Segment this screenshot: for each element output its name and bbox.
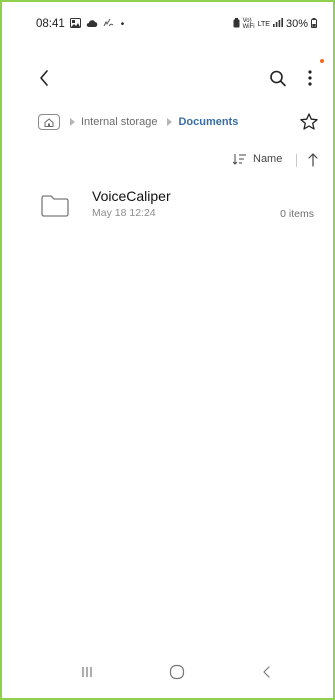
favorite-button[interactable] <box>299 112 319 132</box>
status-bar: 08:41 • Vo) WiFi LTE 30% <box>4 4 331 44</box>
list-item[interactable]: VoiceCaliper May 18 12:24 0 items <box>4 184 331 234</box>
breadcrumb-documents[interactable]: Documents <box>178 116 238 128</box>
sort-divider <box>296 154 297 167</box>
search-icon <box>270 70 286 87</box>
arrow-up-icon <box>308 153 318 167</box>
file-date: May 18 12:24 <box>92 207 156 219</box>
sort-direction-button[interactable] <box>306 151 320 169</box>
status-left: 08:41 • <box>36 17 125 31</box>
status-right: Vo) WiFi LTE 30% <box>233 17 317 31</box>
sort-by-button[interactable]: Name <box>233 153 282 165</box>
back-button[interactable] <box>34 66 56 90</box>
sort-bar: Name <box>4 150 331 172</box>
folder-icon <box>40 194 70 218</box>
back-arrow-icon <box>40 70 48 86</box>
vowifi-label: Vo) WiFi <box>242 18 255 30</box>
battery-saver-icon <box>233 17 240 31</box>
more-options-button[interactable] <box>302 64 318 92</box>
status-dot: • <box>120 18 125 30</box>
file-list: VoiceCaliper May 18 12:24 0 items <box>4 184 331 234</box>
more-vert-icon <box>308 70 312 86</box>
battery-percent: 30% <box>285 18 308 30</box>
recents-button[interactable] <box>80 665 94 679</box>
sort-icon <box>233 154 246 165</box>
breadcrumb: Internal storage Documents <box>4 110 331 134</box>
home-circle-icon <box>169 664 185 680</box>
lte-label: LTE <box>257 20 270 28</box>
search-button[interactable] <box>267 66 289 90</box>
navigation-bar <box>4 646 331 696</box>
app-bar <box>4 60 331 96</box>
sort-label: Name <box>253 153 283 165</box>
breadcrumb-separator-icon <box>167 118 173 126</box>
gallery-icon <box>69 17 81 31</box>
breadcrumb-separator-icon <box>70 118 75 126</box>
notification-dot <box>320 59 324 63</box>
cloud-icon <box>86 19 98 30</box>
star-outline-icon <box>300 113 318 130</box>
file-item-count: 0 items <box>280 208 314 220</box>
recents-icon <box>82 667 92 677</box>
breadcrumb-home[interactable] <box>38 114 60 130</box>
battery-icon <box>311 17 317 31</box>
nav-back-icon <box>263 666 270 678</box>
home-icon <box>44 117 54 127</box>
wifi-calling-icon <box>103 18 114 30</box>
phone-screen: 08:41 • Vo) WiFi LTE 30% Internal storag… <box>0 0 335 700</box>
home-button[interactable] <box>169 664 185 680</box>
nav-back-button[interactable] <box>261 664 273 680</box>
file-name: VoiceCaliper <box>92 188 171 204</box>
signal-icon <box>272 18 283 30</box>
status-time: 08:41 <box>36 18 65 30</box>
breadcrumb-internal-storage[interactable]: Internal storage <box>81 116 157 128</box>
